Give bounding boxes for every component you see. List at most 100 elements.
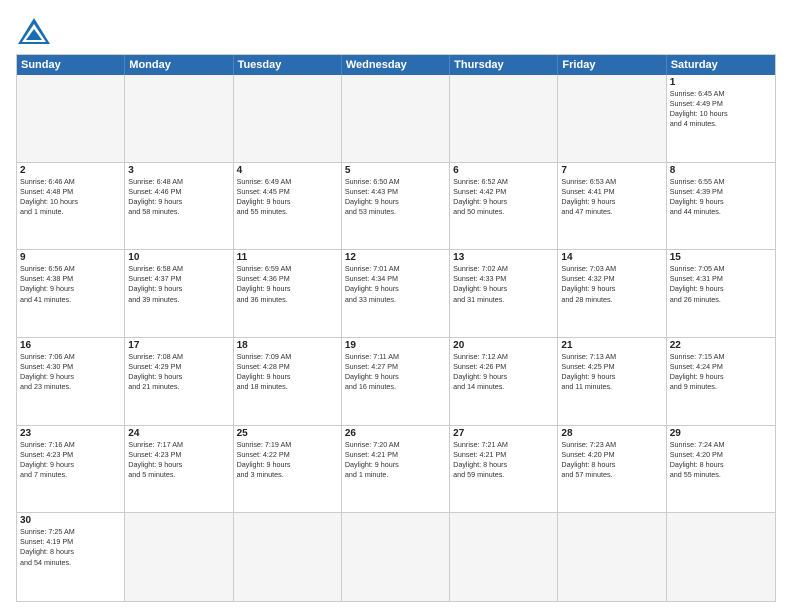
cell-info: Sunrise: 7:01 AM Sunset: 4:34 PM Dayligh… <box>345 264 446 304</box>
cell-date: 29 <box>670 428 772 439</box>
cell-date: 30 <box>20 515 121 526</box>
cell-date: 1 <box>670 77 772 88</box>
cell-info: Sunrise: 7:16 AM Sunset: 4:23 PM Dayligh… <box>20 440 121 480</box>
cell-info: Sunrise: 7:13 AM Sunset: 4:25 PM Dayligh… <box>561 352 662 392</box>
calendar-cell: 20Sunrise: 7:12 AM Sunset: 4:26 PM Dayli… <box>450 338 558 426</box>
cell-date: 13 <box>453 252 554 263</box>
calendar-cell: 14Sunrise: 7:03 AM Sunset: 4:32 PM Dayli… <box>558 250 666 338</box>
cell-info: Sunrise: 6:46 AM Sunset: 4:48 PM Dayligh… <box>20 177 121 217</box>
calendar-cell: 10Sunrise: 6:58 AM Sunset: 4:37 PM Dayli… <box>125 250 233 338</box>
calendar-cell: 16Sunrise: 7:06 AM Sunset: 4:30 PM Dayli… <box>17 338 125 426</box>
calendar-cell: 17Sunrise: 7:08 AM Sunset: 4:29 PM Dayli… <box>125 338 233 426</box>
day-header-saturday: Saturday <box>667 55 775 75</box>
day-headers: SundayMondayTuesdayWednesdayThursdayFrid… <box>17 55 775 75</box>
cell-date: 8 <box>670 165 772 176</box>
calendar-cell <box>558 75 666 163</box>
cell-date: 6 <box>453 165 554 176</box>
calendar-cell: 26Sunrise: 7:20 AM Sunset: 4:21 PM Dayli… <box>342 426 450 514</box>
cell-date: 4 <box>237 165 338 176</box>
cell-date: 25 <box>237 428 338 439</box>
day-header-tuesday: Tuesday <box>234 55 342 75</box>
calendar-cell: 4Sunrise: 6:49 AM Sunset: 4:45 PM Daylig… <box>234 163 342 251</box>
calendar: SundayMondayTuesdayWednesdayThursdayFrid… <box>16 54 776 602</box>
cell-date: 5 <box>345 165 446 176</box>
cell-date: 24 <box>128 428 229 439</box>
cell-info: Sunrise: 6:48 AM Sunset: 4:46 PM Dayligh… <box>128 177 229 217</box>
cell-info: Sunrise: 7:20 AM Sunset: 4:21 PM Dayligh… <box>345 440 446 480</box>
calendar-cell <box>125 75 233 163</box>
cell-date: 9 <box>20 252 121 263</box>
cell-info: Sunrise: 7:11 AM Sunset: 4:27 PM Dayligh… <box>345 352 446 392</box>
cell-info: Sunrise: 7:08 AM Sunset: 4:29 PM Dayligh… <box>128 352 229 392</box>
calendar-cell: 12Sunrise: 7:01 AM Sunset: 4:34 PM Dayli… <box>342 250 450 338</box>
cell-info: Sunrise: 7:15 AM Sunset: 4:24 PM Dayligh… <box>670 352 772 392</box>
cell-date: 17 <box>128 340 229 351</box>
cell-date: 16 <box>20 340 121 351</box>
cell-date: 23 <box>20 428 121 439</box>
page: SundayMondayTuesdayWednesdayThursdayFrid… <box>0 0 792 612</box>
calendar-cell: 19Sunrise: 7:11 AM Sunset: 4:27 PM Dayli… <box>342 338 450 426</box>
calendar-grid: 1Sunrise: 6:45 AM Sunset: 4:49 PM Daylig… <box>17 75 775 601</box>
cell-info: Sunrise: 6:58 AM Sunset: 4:37 PM Dayligh… <box>128 264 229 304</box>
calendar-cell <box>17 75 125 163</box>
cell-date: 21 <box>561 340 662 351</box>
calendar-cell <box>667 513 775 601</box>
calendar-cell <box>234 513 342 601</box>
calendar-cell: 30Sunrise: 7:25 AM Sunset: 4:19 PM Dayli… <box>17 513 125 601</box>
cell-date: 2 <box>20 165 121 176</box>
cell-info: Sunrise: 7:23 AM Sunset: 4:20 PM Dayligh… <box>561 440 662 480</box>
cell-date: 12 <box>345 252 446 263</box>
calendar-cell <box>342 513 450 601</box>
calendar-cell <box>450 75 558 163</box>
calendar-cell: 5Sunrise: 6:50 AM Sunset: 4:43 PM Daylig… <box>342 163 450 251</box>
calendar-cell: 13Sunrise: 7:02 AM Sunset: 4:33 PM Dayli… <box>450 250 558 338</box>
cell-date: 28 <box>561 428 662 439</box>
cell-date: 26 <box>345 428 446 439</box>
cell-date: 3 <box>128 165 229 176</box>
cell-info: Sunrise: 6:52 AM Sunset: 4:42 PM Dayligh… <box>453 177 554 217</box>
calendar-cell: 7Sunrise: 6:53 AM Sunset: 4:41 PM Daylig… <box>558 163 666 251</box>
calendar-cell: 21Sunrise: 7:13 AM Sunset: 4:25 PM Dayli… <box>558 338 666 426</box>
calendar-cell: 18Sunrise: 7:09 AM Sunset: 4:28 PM Dayli… <box>234 338 342 426</box>
cell-info: Sunrise: 6:50 AM Sunset: 4:43 PM Dayligh… <box>345 177 446 217</box>
logo <box>16 16 58 46</box>
calendar-cell: 23Sunrise: 7:16 AM Sunset: 4:23 PM Dayli… <box>17 426 125 514</box>
cell-date: 14 <box>561 252 662 263</box>
cell-date: 18 <box>237 340 338 351</box>
calendar-cell: 11Sunrise: 6:59 AM Sunset: 4:36 PM Dayli… <box>234 250 342 338</box>
cell-date: 7 <box>561 165 662 176</box>
calendar-cell <box>342 75 450 163</box>
cell-date: 11 <box>237 252 338 263</box>
logo-icon <box>16 16 52 46</box>
calendar-cell <box>450 513 558 601</box>
cell-info: Sunrise: 7:24 AM Sunset: 4:20 PM Dayligh… <box>670 440 772 480</box>
cell-info: Sunrise: 7:12 AM Sunset: 4:26 PM Dayligh… <box>453 352 554 392</box>
day-header-wednesday: Wednesday <box>342 55 450 75</box>
calendar-cell: 1Sunrise: 6:45 AM Sunset: 4:49 PM Daylig… <box>667 75 775 163</box>
cell-info: Sunrise: 6:45 AM Sunset: 4:49 PM Dayligh… <box>670 89 772 129</box>
calendar-cell: 9Sunrise: 6:56 AM Sunset: 4:38 PM Daylig… <box>17 250 125 338</box>
calendar-cell: 25Sunrise: 7:19 AM Sunset: 4:22 PM Dayli… <box>234 426 342 514</box>
cell-info: Sunrise: 7:02 AM Sunset: 4:33 PM Dayligh… <box>453 264 554 304</box>
cell-date: 20 <box>453 340 554 351</box>
cell-info: Sunrise: 7:19 AM Sunset: 4:22 PM Dayligh… <box>237 440 338 480</box>
calendar-cell: 24Sunrise: 7:17 AM Sunset: 4:23 PM Dayli… <box>125 426 233 514</box>
cell-date: 22 <box>670 340 772 351</box>
cell-info: Sunrise: 7:25 AM Sunset: 4:19 PM Dayligh… <box>20 527 121 567</box>
cell-date: 19 <box>345 340 446 351</box>
day-header-thursday: Thursday <box>450 55 558 75</box>
calendar-cell: 2Sunrise: 6:46 AM Sunset: 4:48 PM Daylig… <box>17 163 125 251</box>
day-header-sunday: Sunday <box>17 55 125 75</box>
cell-date: 15 <box>670 252 772 263</box>
day-header-monday: Monday <box>125 55 233 75</box>
calendar-cell: 27Sunrise: 7:21 AM Sunset: 4:21 PM Dayli… <box>450 426 558 514</box>
cell-date: 27 <box>453 428 554 439</box>
calendar-cell <box>558 513 666 601</box>
cell-info: Sunrise: 6:56 AM Sunset: 4:38 PM Dayligh… <box>20 264 121 304</box>
calendar-cell <box>125 513 233 601</box>
cell-info: Sunrise: 6:49 AM Sunset: 4:45 PM Dayligh… <box>237 177 338 217</box>
cell-info: Sunrise: 7:21 AM Sunset: 4:21 PM Dayligh… <box>453 440 554 480</box>
cell-info: Sunrise: 7:06 AM Sunset: 4:30 PM Dayligh… <box>20 352 121 392</box>
cell-info: Sunrise: 7:09 AM Sunset: 4:28 PM Dayligh… <box>237 352 338 392</box>
calendar-cell: 29Sunrise: 7:24 AM Sunset: 4:20 PM Dayli… <box>667 426 775 514</box>
